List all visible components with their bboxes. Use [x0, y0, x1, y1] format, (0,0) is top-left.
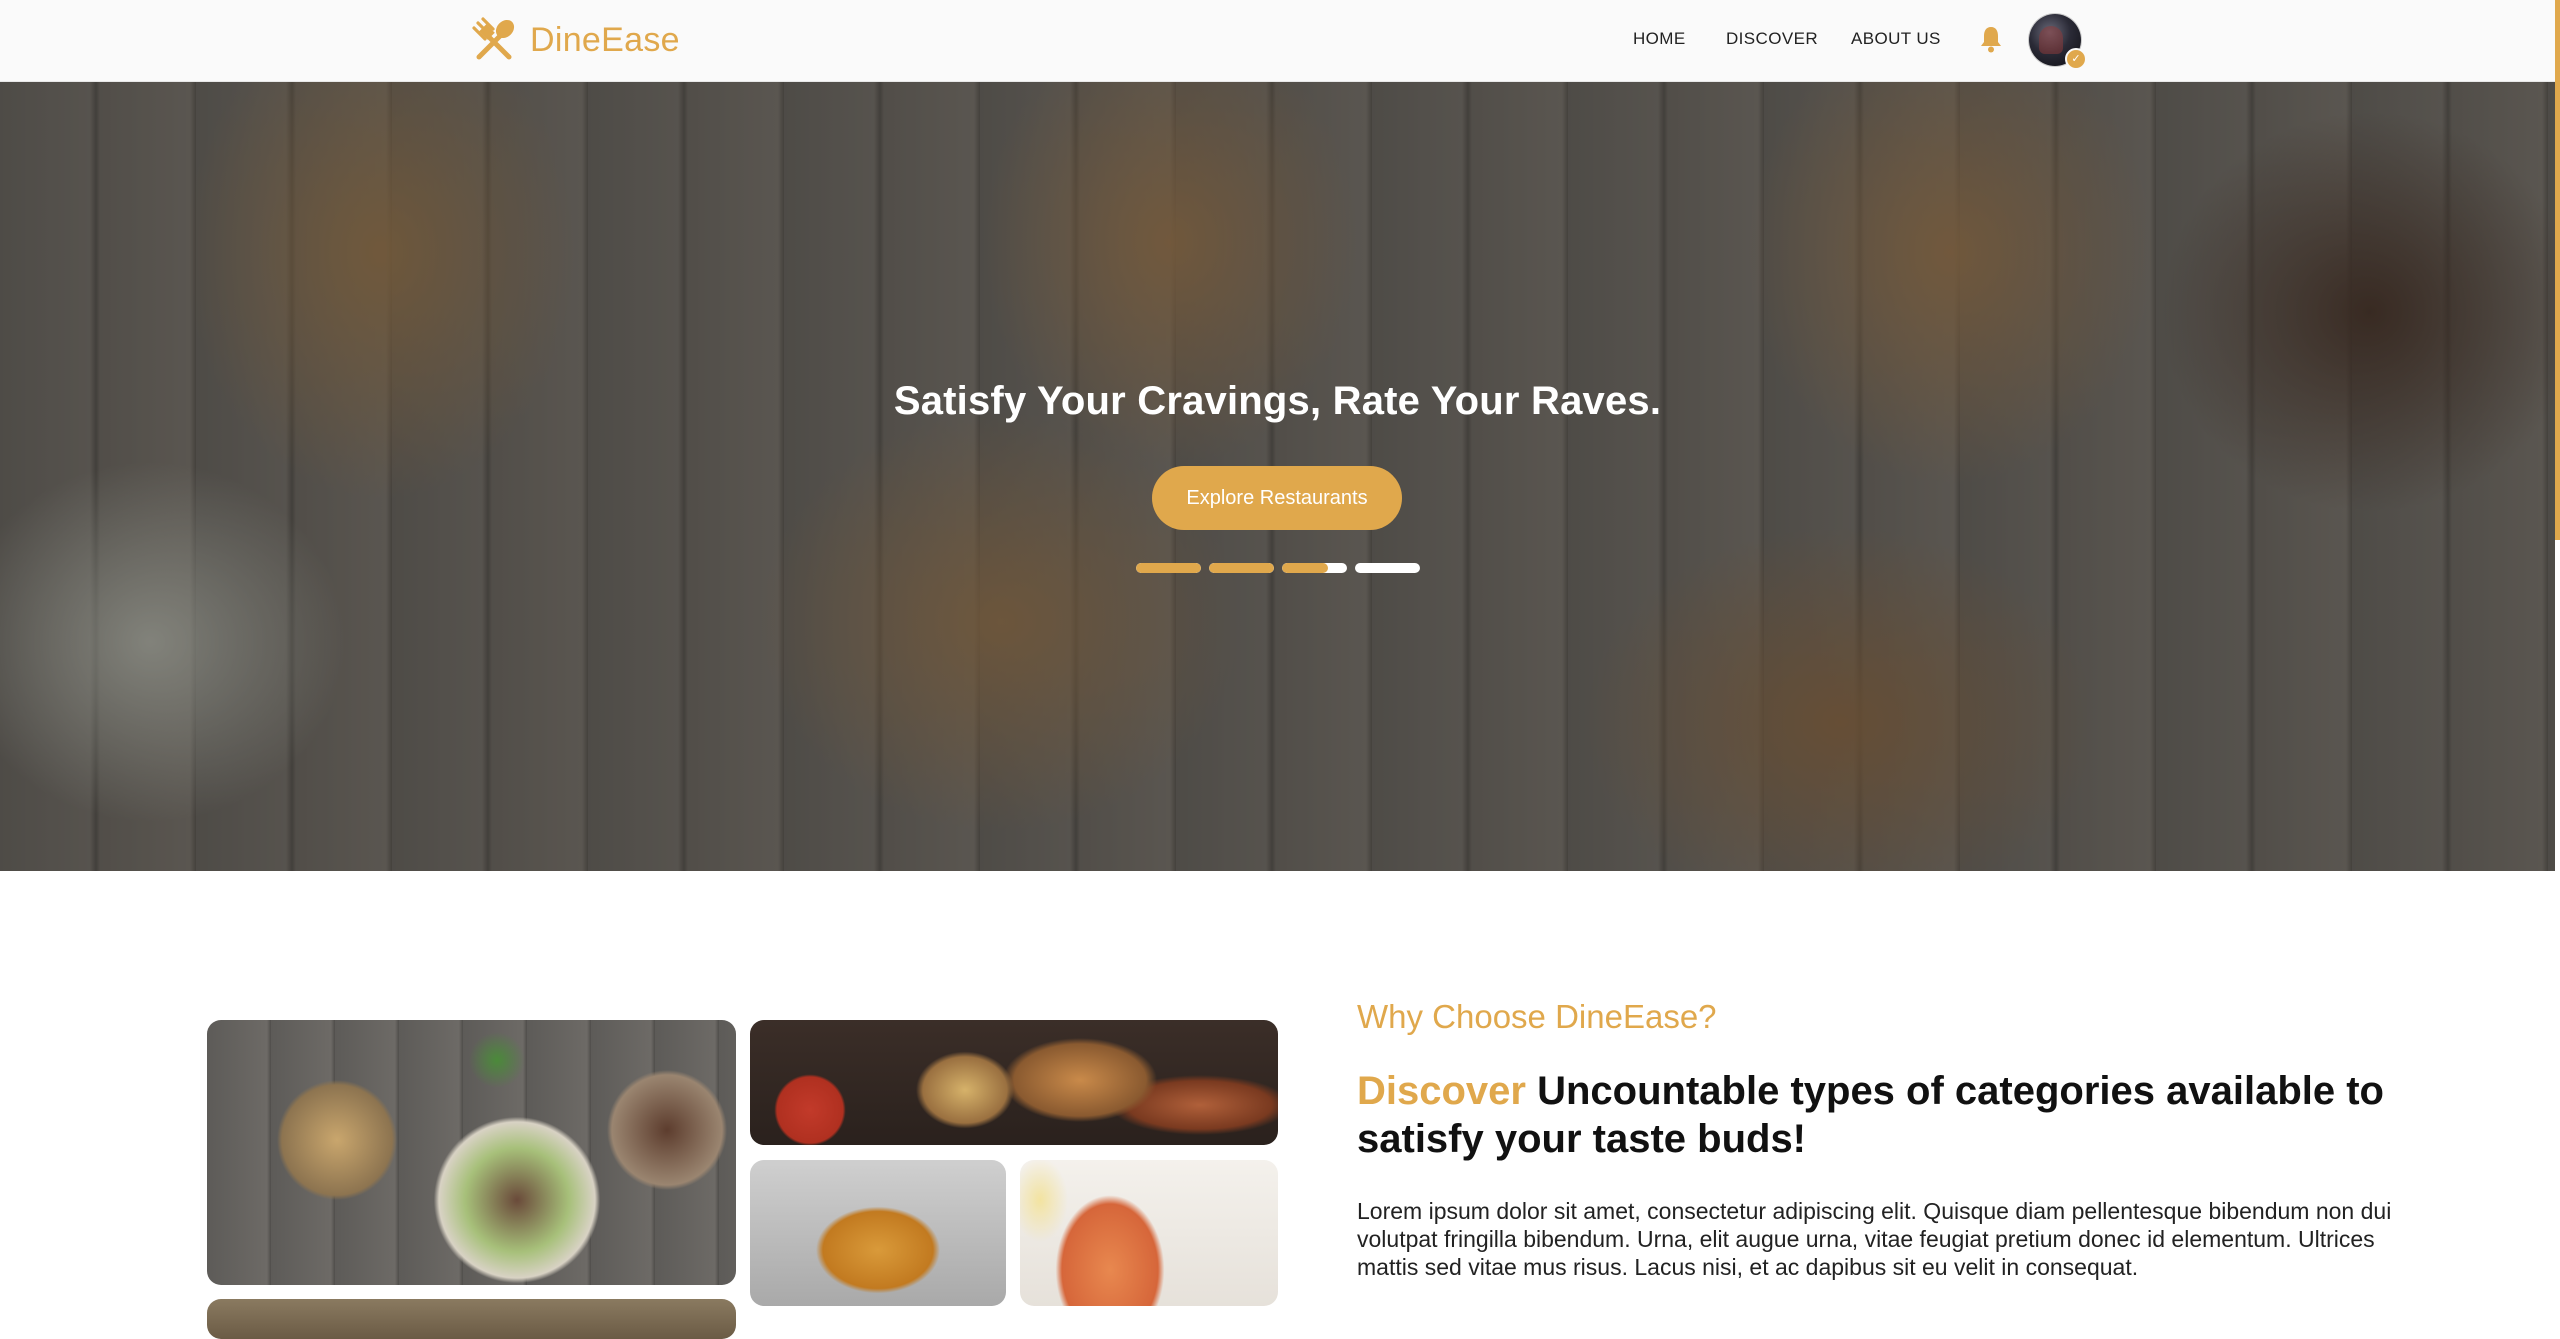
hero-title: Satisfy Your Cravings, Rate Your Raves.: [893, 379, 1662, 423]
hero-banner: Satisfy Your Cravings, Rate Your Raves. …: [0, 82, 2555, 871]
brand-logo-link[interactable]: DineEase: [470, 16, 680, 64]
check-icon: ✓: [2065, 48, 2087, 70]
bell-icon[interactable]: [1980, 25, 2002, 53]
gallery-image-salad-plates: [207, 1020, 736, 1285]
nav-discover-link[interactable]: DISCOVER: [1726, 29, 1818, 49]
scrollbar-thumb[interactable]: [2555, 0, 2560, 540]
heading-accent: Discover: [1357, 1069, 1526, 1113]
user-avatar[interactable]: ✓: [2029, 14, 2087, 70]
carousel-dot-1[interactable]: [1136, 563, 1201, 573]
nav-about-link[interactable]: ABOUT US: [1851, 29, 1941, 49]
gallery-image-bottom: [207, 1299, 736, 1339]
avatar-photo: [2039, 26, 2063, 54]
carousel-dot-progress: [1282, 563, 1328, 573]
spoon-fork-icon: [472, 17, 515, 60]
gallery-image-shrimp: [1020, 1160, 1278, 1306]
section-heading: Discover Uncountable types of categories…: [1357, 1067, 2457, 1163]
explore-restaurants-button[interactable]: Explore Restaurants: [1152, 466, 1402, 530]
gallery-image-burger: [750, 1160, 1006, 1306]
nav-home-link[interactable]: HOME: [1633, 29, 1686, 49]
carousel-dot-4[interactable]: [1355, 563, 1420, 573]
carousel-dot-3[interactable]: [1282, 563, 1347, 573]
carousel-dot-2[interactable]: [1209, 563, 1274, 573]
brand-name: DineEase: [530, 20, 680, 59]
carousel-dot-progress: [1136, 563, 1201, 573]
carousel-dot-progress: [1209, 563, 1274, 573]
top-navbar: DineEase HOME DISCOVER ABOUT US ✓: [0, 0, 2555, 82]
gallery-image-grilled-meats: [750, 1020, 1278, 1145]
section-eyebrow: Why Choose DineEase?: [1357, 998, 1717, 1035]
section-body: Lorem ipsum dolor sit amet, consectetur …: [1357, 1198, 2392, 1280]
